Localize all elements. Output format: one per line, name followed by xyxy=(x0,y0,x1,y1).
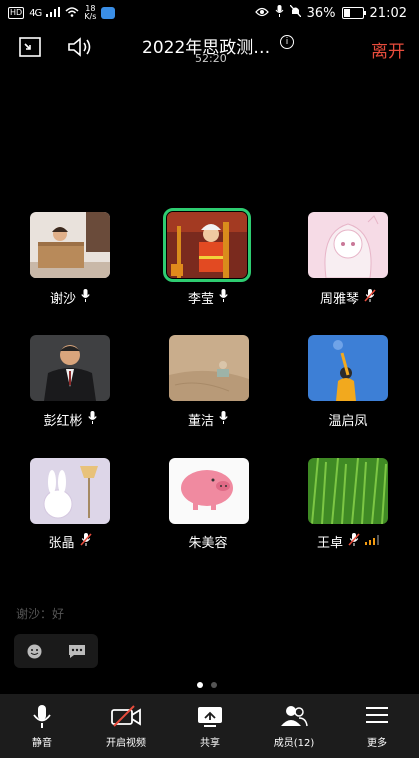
leave-button[interactable]: 离开 xyxy=(371,37,405,62)
participant-name-label: 彭红彬 xyxy=(44,410,97,429)
participant-video-tile[interactable] xyxy=(163,208,251,282)
network-speed: 18 K/s xyxy=(84,5,96,21)
participant-name: 彭红彬 xyxy=(43,414,83,429)
participant-name: 朱美容 xyxy=(188,536,228,551)
participant-name-label: 温启凤 xyxy=(329,410,368,429)
participant-video-tile[interactable] xyxy=(308,335,388,401)
avatar-child-in-box xyxy=(30,212,110,278)
microphone-muted-icon xyxy=(348,533,360,550)
chat-bubble-icon xyxy=(69,645,85,658)
info-icon[interactable]: i xyxy=(280,35,294,49)
chat-last-message: 谢沙：好 xyxy=(16,607,65,621)
meeting-toolbar: 静音 开启视频 共享 成员(12) 更多 xyxy=(0,694,419,758)
microphone-muted-icon xyxy=(79,533,92,550)
participant-name: 张晶 xyxy=(48,536,75,551)
members-button[interactable]: 成员(12) xyxy=(252,694,336,758)
battery-level xyxy=(343,9,350,17)
avatar-man-in-suit xyxy=(30,335,110,401)
microphone-icon xyxy=(87,411,97,428)
share-screen-icon xyxy=(197,704,223,732)
mute-button[interactable]: 静音 xyxy=(0,694,84,758)
participant-video-tile[interactable] xyxy=(308,458,388,524)
start-video-label: 开启视频 xyxy=(106,738,146,749)
mic-status-icon xyxy=(275,5,284,21)
emoji-icon xyxy=(27,644,42,659)
more-button[interactable]: 更多 xyxy=(335,694,419,758)
participant-name-label: 李莹 xyxy=(188,288,228,307)
speaker-button[interactable] xyxy=(67,36,95,60)
mute-label: 静音 xyxy=(32,738,52,749)
participant-video-tile[interactable] xyxy=(169,458,249,524)
participant-video-tile[interactable] xyxy=(30,335,110,401)
menu-icon xyxy=(365,704,389,730)
avatar-firefighter-child xyxy=(167,212,247,278)
chat-tools xyxy=(14,634,98,668)
clock: 21:02 xyxy=(369,5,407,21)
participant-name: 王卓 xyxy=(317,536,344,551)
participant-name: 周雅琴 xyxy=(320,292,360,307)
avatar-green-grass xyxy=(308,458,388,524)
minimize-window-button[interactable] xyxy=(18,36,46,60)
participant-name: 董洁 xyxy=(188,414,215,429)
page-indicator xyxy=(197,682,217,688)
share-label: 共享 xyxy=(200,738,220,749)
video-off-icon xyxy=(110,704,142,732)
signal-strength-icon xyxy=(365,534,380,549)
avatar-anime-girl xyxy=(308,212,388,278)
more-label: 更多 xyxy=(367,738,387,749)
app-notification-icon xyxy=(101,7,116,19)
hd-badge: HD xyxy=(8,7,25,19)
participant-name-label: 张晶 xyxy=(49,532,92,551)
start-video-button[interactable]: 开启视频 xyxy=(84,694,168,758)
battery-percent: 36% xyxy=(306,5,336,21)
wifi-icon xyxy=(65,6,79,20)
participant-video-tile[interactable] xyxy=(30,212,110,278)
participant-name-label: 董洁 xyxy=(188,410,228,429)
participant-video-tile[interactable] xyxy=(30,458,110,524)
chat-message-button[interactable] xyxy=(68,644,86,663)
microphone-icon xyxy=(219,289,228,306)
participant-name: 温启凤 xyxy=(328,414,368,429)
microphone-icon xyxy=(81,289,90,306)
participant-name-label: 王卓 xyxy=(317,532,380,551)
page-dot-active[interactable] xyxy=(197,682,203,688)
emoji-button[interactable] xyxy=(26,643,43,664)
avatar-bunny-lamp xyxy=(30,458,110,524)
speed-unit: K/s xyxy=(84,12,97,21)
share-screen-button[interactable]: 共享 xyxy=(168,694,252,758)
participant-name-label: 谢沙 xyxy=(50,288,90,307)
participant-name-label: 朱美容 xyxy=(189,532,228,551)
members-icon xyxy=(280,704,308,732)
avatar-toy-on-sand xyxy=(169,335,249,401)
speaker-icon xyxy=(68,37,91,57)
minimize-icon xyxy=(19,37,41,57)
page-dot[interactable] xyxy=(211,682,217,688)
meeting-header: 2022年思政测… 52:20 i 离开 xyxy=(0,30,419,70)
signal-icon xyxy=(46,6,61,20)
participant-name: 李莹 xyxy=(188,292,215,307)
battery-icon xyxy=(341,7,366,19)
eye-icon xyxy=(254,6,269,21)
microphone-muted-icon xyxy=(364,289,376,306)
status-bar: HD 4G 18 K/s 36% 21:02 xyxy=(0,0,419,26)
members-label: 成员(12) xyxy=(273,738,315,749)
participant-name: 谢沙 xyxy=(50,292,77,307)
bell-muted-icon xyxy=(289,4,302,21)
participant-video-tile[interactable] xyxy=(308,212,388,278)
microphone-icon xyxy=(32,704,52,734)
avatar-pink-pig xyxy=(169,458,249,524)
network-type: 4G xyxy=(29,7,42,19)
participant-video-tile[interactable] xyxy=(169,335,249,401)
participant-name-label: 周雅琴 xyxy=(320,288,376,307)
avatar-girl-blue-sky xyxy=(308,335,388,401)
microphone-icon xyxy=(219,411,228,428)
meeting-timer: 52:20 xyxy=(195,52,227,65)
